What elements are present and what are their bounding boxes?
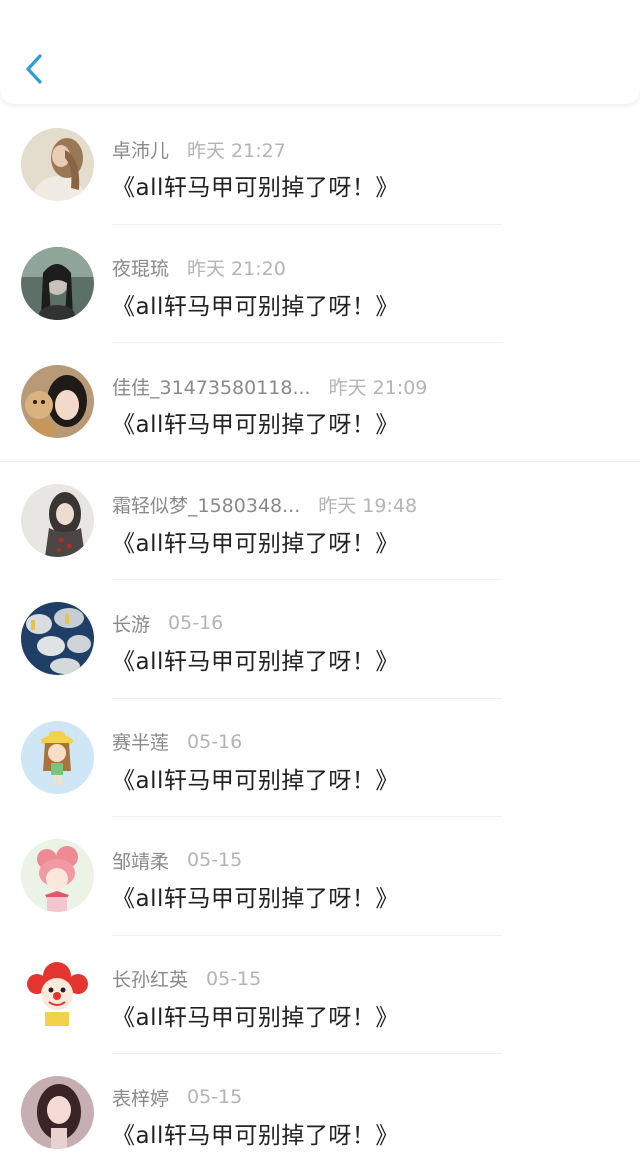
item-meta: 赛半莲 05-16 xyxy=(112,727,242,757)
list-item[interactable]: 长孙红英 05-15 《all轩马甲可别掉了呀！》 xyxy=(0,936,640,1054)
list-item[interactable]: 佳佳_31473580118... 昨天 21:09 《all轩马甲可别掉了呀！… xyxy=(0,343,640,462)
timestamp: 昨天 19:48 xyxy=(318,495,418,517)
avatar[interactable] xyxy=(21,1076,94,1149)
username[interactable]: 表梓婷 xyxy=(112,1084,169,1111)
message-text: 《all轩马甲可别掉了呀！》 xyxy=(112,175,399,201)
username[interactable]: 霜轻似梦_1580348... xyxy=(112,491,300,518)
timestamp: 05-16 xyxy=(168,612,224,634)
item-meta: 长游 05-16 xyxy=(112,608,223,638)
username[interactable]: 佳佳_31473580118... xyxy=(112,373,311,400)
message-text: 《all轩马甲可别掉了呀！》 xyxy=(112,1004,399,1031)
username[interactable]: 赛半莲 xyxy=(112,728,169,755)
avatar[interactable] xyxy=(21,957,94,1031)
username[interactable]: 夜琨琉 xyxy=(112,254,169,281)
timestamp: 昨天 21:09 xyxy=(328,376,428,399)
list-item[interactable]: 夜琨琉 昨天 21:20 《all轩马甲可别掉了呀！》 xyxy=(0,225,640,343)
list-item[interactable]: 邹靖柔 05-15 《all轩马甲可别掉了呀！》 xyxy=(0,817,640,936)
avatar[interactable] xyxy=(21,365,94,438)
list-item[interactable]: 赛半莲 05-16 《all轩马甲可别掉了呀！》 xyxy=(0,699,640,817)
avatar[interactable] xyxy=(21,839,94,912)
timestamp: 05-15 xyxy=(187,1086,243,1108)
username[interactable]: 邹靖柔 xyxy=(112,847,169,874)
avatar[interactable] xyxy=(21,720,94,794)
list-item[interactable]: 霜轻似梦_1580348... 昨天 19:48 《all轩马甲可别掉了呀！》 xyxy=(0,462,640,580)
list-item[interactable]: 表梓婷 05-15 《all轩马甲可别掉了呀！》 xyxy=(0,1054,640,1173)
avatar[interactable] xyxy=(21,128,94,201)
item-meta: 霜轻似梦_1580348... 昨天 19:48 xyxy=(112,490,417,520)
message-text: 《all轩马甲可别掉了呀！》 xyxy=(112,767,399,794)
message-text: 《all轩马甲可别掉了呀！》 xyxy=(112,649,399,675)
avatar[interactable] xyxy=(21,483,94,557)
message-text: 《all轩马甲可别掉了呀！》 xyxy=(112,886,399,912)
item-meta: 佳佳_31473580118... 昨天 21:09 xyxy=(112,371,427,401)
chevron-left-icon xyxy=(14,48,58,92)
message-text: 《all轩马甲可别掉了呀！》 xyxy=(112,530,399,557)
message-text: 《all轩马甲可别掉了呀！》 xyxy=(112,293,399,320)
list-item[interactable]: 卓沛儿 昨天 21:27 《all轩马甲可别掉了呀！》 xyxy=(0,106,640,225)
timestamp: 05-16 xyxy=(187,730,243,753)
item-meta: 长孙红英 05-15 xyxy=(112,964,261,994)
username[interactable]: 卓沛儿 xyxy=(112,136,169,163)
list-item[interactable]: 长游 05-16 《all轩马甲可别掉了呀！》 xyxy=(0,580,640,699)
item-meta: 夜琨琉 昨天 21:20 xyxy=(112,253,286,283)
message-text: 《all轩马甲可别掉了呀！》 xyxy=(112,1123,399,1149)
message-text: 《all轩马甲可别掉了呀！》 xyxy=(112,412,399,438)
notification-list: 卓沛儿 昨天 21:27 《all轩马甲可别掉了呀！》 夜琨琉 昨天 21:20… xyxy=(0,106,640,1173)
back-button[interactable] xyxy=(14,48,58,92)
username[interactable]: 长孙红英 xyxy=(112,965,188,992)
item-meta: 表梓婷 05-15 xyxy=(112,1082,242,1112)
item-meta: 卓沛儿 昨天 21:27 xyxy=(112,134,286,164)
top-bar xyxy=(0,0,640,104)
timestamp: 昨天 21:27 xyxy=(187,139,286,162)
username[interactable]: 长游 xyxy=(112,610,150,637)
timestamp: 05-15 xyxy=(206,967,262,990)
avatar[interactable] xyxy=(21,246,94,320)
timestamp: 昨天 21:20 xyxy=(187,258,286,280)
avatar[interactable] xyxy=(21,602,94,675)
item-meta: 邹靖柔 05-15 xyxy=(112,845,242,875)
timestamp: 05-15 xyxy=(187,849,243,871)
